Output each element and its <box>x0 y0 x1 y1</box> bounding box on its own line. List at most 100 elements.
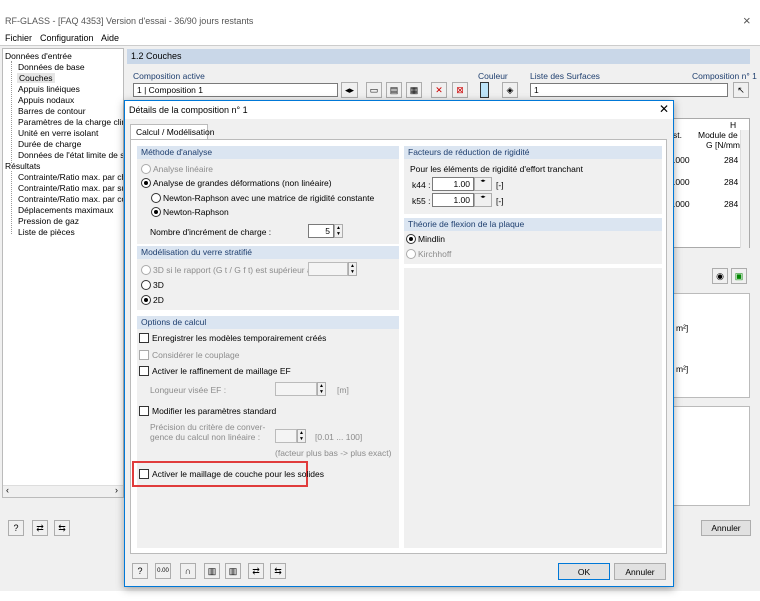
menu-aide[interactable]: Aide <box>101 33 119 43</box>
help-icon[interactable]: ? <box>8 520 24 536</box>
label-k55: k55 : <box>412 196 431 206</box>
k55-input[interactable]: 1.00 <box>432 193 474 207</box>
import-icon[interactable]: ⇄ <box>32 520 48 536</box>
tree-item[interactable]: Contrainte/Ratio max. par charge <box>18 172 123 182</box>
checkbox-modifier[interactable] <box>139 406 149 416</box>
label-mindlin: Mindlin <box>418 234 445 244</box>
increments-spinner[interactable]: ▲ ▼ <box>334 224 343 238</box>
col-g: G [N/mm <box>706 140 740 150</box>
decimal-icon[interactable]: 0.00 <box>155 563 171 579</box>
scroll-left-icon[interactable]: ‹ <box>6 485 9 495</box>
tab-label: Calcul / Modélisation <box>136 127 215 137</box>
k44-spinner[interactable]: ◂▸ <box>474 177 492 191</box>
tree-item[interactable]: Pression de gaz <box>18 216 79 226</box>
increments-input[interactable]: 5 <box>308 224 334 238</box>
prev-next-icon[interactable]: ◂▸ <box>341 82 358 98</box>
units-icon[interactable]: ∩ <box>180 563 196 579</box>
ok-button[interactable]: OK <box>558 563 610 580</box>
close-icon[interactable]: × <box>743 13 751 28</box>
table-icon[interactable]: ▦ <box>406 82 422 98</box>
cancel-button[interactable]: Annuler <box>614 563 666 580</box>
tree-hscroll[interactable] <box>3 485 123 497</box>
new-icon[interactable]: ▭ <box>366 82 382 98</box>
radio-2d[interactable] <box>141 295 151 305</box>
menu-fichier[interactable]: Fichier <box>5 33 32 43</box>
checkbox-raffinement[interactable] <box>139 366 149 376</box>
label-longueur: Longueur visée EF : <box>150 385 227 395</box>
k44-input[interactable]: 1.00 <box>432 177 474 191</box>
label-nr-constante: Newton-Raphson avec une matrice de rigid… <box>163 193 375 203</box>
surfaces-input[interactable]: 1 <box>530 83 728 97</box>
k55-spinner[interactable]: ◂▸ <box>474 193 492 207</box>
unit-label: m²] <box>676 323 689 333</box>
dialog-close-icon[interactable]: ✕ <box>659 102 669 116</box>
select-surfaces-icon[interactable]: ↖ <box>733 82 749 98</box>
info-panel <box>668 293 750 398</box>
precision-spinner[interactable]: ▲ ▼ <box>297 429 306 443</box>
tree-item-couches[interactable]: Couches <box>17 73 55 83</box>
radio-kirchhoff[interactable] <box>406 249 416 259</box>
table-vscroll[interactable] <box>740 130 749 248</box>
longueur-input[interactable] <box>275 382 317 396</box>
tree-root-input[interactable]: Données d'entrée <box>5 51 72 61</box>
radio-3d[interactable] <box>141 280 151 290</box>
tree-item[interactable]: Durée de charge <box>18 139 81 149</box>
radio-newton-raphson[interactable] <box>151 207 161 217</box>
ratio-input[interactable] <box>308 262 348 276</box>
precision-input[interactable] <box>275 429 297 443</box>
radio-analyse-lineaire[interactable] <box>141 164 151 174</box>
radio-mindlin[interactable] <box>406 234 416 244</box>
longueur-spinner[interactable]: ▲ ▼ <box>317 382 326 396</box>
copy-icon[interactable]: ▤ <box>386 82 402 98</box>
surfaces-label: Liste des Surfaces <box>530 71 600 81</box>
label-raffinement: Activer le raffinement de maillage EF <box>152 366 291 376</box>
tree-item[interactable]: Liste de pièces <box>18 227 75 237</box>
checkbox-enregistrer[interactable] <box>139 333 149 343</box>
view-icon[interactable]: ◉ <box>712 268 728 284</box>
label-couplage: Considérer le couplage <box>152 350 240 360</box>
save-defaults-icon[interactable]: ▥ <box>204 563 220 579</box>
tree-item[interactable]: Unité en verre isolant <box>18 128 98 138</box>
ratio-spinner[interactable]: ▲ ▼ <box>348 262 357 276</box>
label-analyse-nonlineaire: Analyse de grandes déformations (non lin… <box>153 178 332 188</box>
tree-item[interactable]: Contrainte/Ratio max. par surface <box>18 183 123 193</box>
tree-line <box>11 61 12 163</box>
tree-line <box>11 171 12 234</box>
dialog-title: Détails de la composition n° 1 <box>129 105 248 115</box>
checkbox-couplage[interactable] <box>139 350 149 360</box>
excel-icon[interactable]: ▣ <box>731 268 747 284</box>
info-panel-2 <box>668 406 750 506</box>
tree-item[interactable]: Contrainte/Ratio max. par combinaison <box>18 194 123 204</box>
delete-icon[interactable]: ✕ <box>431 82 447 98</box>
tree-item[interactable]: Données de l'état limite de service <box>18 150 123 160</box>
tree-root-results[interactable]: Résultats <box>5 161 40 171</box>
scroll-right-icon[interactable]: › <box>115 485 118 495</box>
import-icon[interactable]: ⇄ <box>248 563 264 579</box>
tree-item[interactable]: Appuis linéiques <box>18 84 80 94</box>
tree-item[interactable]: Données de base <box>18 62 85 72</box>
color-pick-icon[interactable]: ◈ <box>502 82 518 98</box>
load-defaults-icon[interactable]: ▥ <box>225 563 241 579</box>
main-cancel-button[interactable]: Annuler <box>701 520 751 536</box>
section-header <box>127 49 750 64</box>
export-icon[interactable]: ⇆ <box>270 563 286 579</box>
table-cell: 284 <box>724 199 739 209</box>
label-analyse-lineaire: Analyse linéaire <box>153 164 214 174</box>
label-2d: 2D <box>153 295 164 305</box>
help-icon[interactable]: ? <box>132 563 148 579</box>
tree-item[interactable]: Paramètres de la charge climatique <box>18 117 123 127</box>
label-modifier: Modifier les paramètres standard <box>152 406 277 416</box>
tree-item[interactable]: Appuis nodaux <box>18 95 74 105</box>
composition-select[interactable]: 1 | Composition 1 <box>133 83 338 97</box>
checkbox-maillage-solides[interactable] <box>139 469 149 479</box>
delete-all-icon[interactable]: ⊠ <box>452 82 468 98</box>
tree-item[interactable]: Barres de contour <box>18 106 86 116</box>
tree-item[interactable]: Déplacements maximaux <box>18 205 113 215</box>
radio-3d-si[interactable] <box>141 265 151 275</box>
radio-analyse-nonlineaire[interactable] <box>141 178 151 188</box>
table-cell: .000 <box>673 155 690 165</box>
menu-configuration[interactable]: Configuration <box>40 33 94 43</box>
export-icon[interactable]: ⇆ <box>54 520 70 536</box>
color-swatch[interactable] <box>480 82 489 98</box>
radio-nr-constante[interactable] <box>151 193 161 203</box>
